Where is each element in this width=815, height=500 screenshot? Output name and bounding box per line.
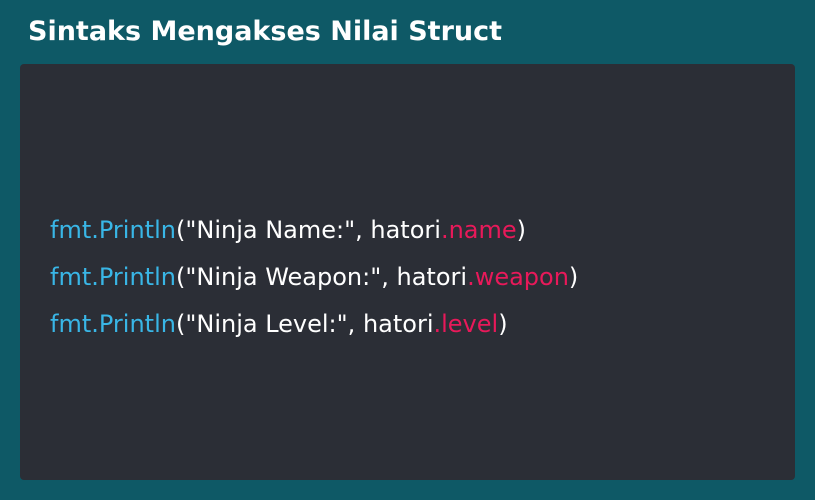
function-call: fmt.Println — [50, 216, 176, 244]
open-paren: ( — [175, 263, 186, 291]
open-paren: ( — [175, 216, 186, 244]
function-call: fmt.Println — [50, 310, 176, 338]
code-line-name: fmt.Println("Ninja Name:", hatori.name) — [50, 207, 578, 254]
page-title: Sintaks Mengakses Nilai Struct — [28, 16, 503, 47]
struct-field: .weapon — [467, 263, 569, 291]
slide: Sintaks Mengakses Nilai Struct fmt.Print… — [0, 0, 815, 500]
call-arguments: "Ninja Weapon:", hatori — [185, 263, 468, 291]
code-lines: fmt.Println("Ninja Name:", hatori.name) … — [50, 207, 578, 348]
close-paren: ) — [498, 310, 508, 338]
code-line-level: fmt.Println("Ninja Level:", hatori.level… — [50, 301, 578, 348]
close-paren: ) — [568, 263, 579, 291]
code-line-weapon: fmt.Println("Ninja Weapon:", hatori.weap… — [50, 254, 578, 301]
close-paren: ) — [516, 216, 527, 244]
struct-field: .name — [440, 216, 517, 244]
open-paren: ( — [175, 310, 186, 338]
code-block: fmt.Println("Ninja Name:", hatori.name) … — [20, 64, 795, 480]
call-arguments: "Ninja Level:", hatori — [185, 310, 434, 338]
function-call: fmt.Println — [50, 263, 176, 291]
struct-field: .level — [433, 310, 499, 338]
call-arguments: "Ninja Name:", hatori — [185, 216, 441, 244]
